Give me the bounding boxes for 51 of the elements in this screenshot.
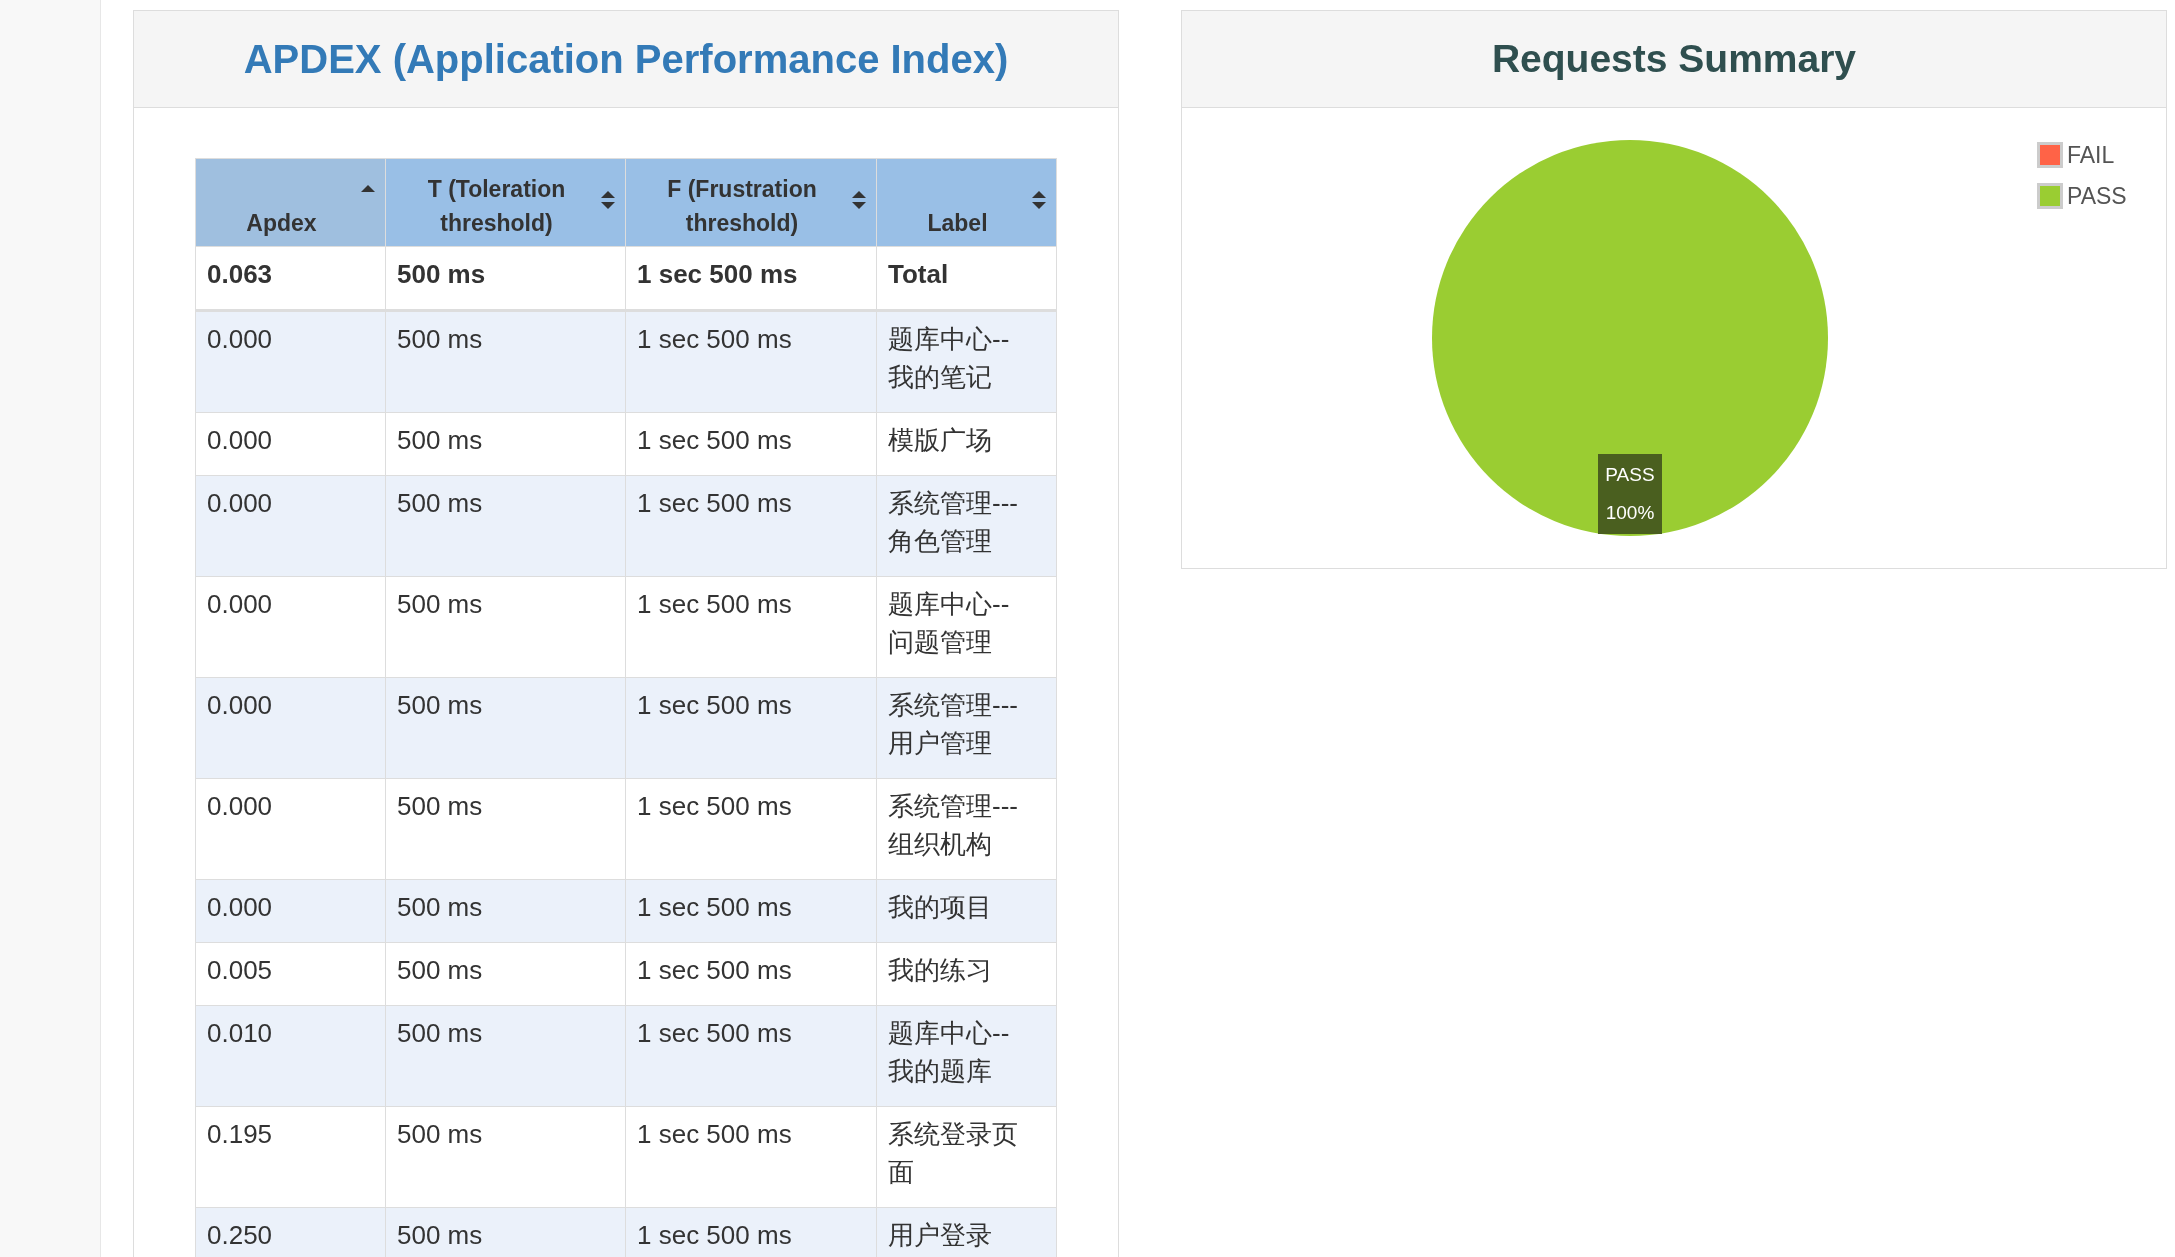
table-cell: 1 sec 500 ms	[625, 475, 877, 577]
table-cell: 500 ms	[385, 576, 626, 678]
table-cell: 1 sec 500 ms	[625, 310, 877, 413]
column-header[interactable]: Label	[876, 158, 1057, 247]
table-cell: 500 ms	[385, 412, 626, 476]
table-cell: 系统管理---组织机构	[876, 778, 1057, 880]
table-cell: 0.000	[195, 677, 386, 779]
table-cell: 0.005	[195, 942, 386, 1006]
legend-label: FAIL	[2067, 141, 2115, 170]
table-cell: 500 ms	[385, 475, 626, 577]
table-cell: 0.000	[195, 475, 386, 577]
table-cell: 1 sec 500 ms	[625, 576, 877, 678]
table-cell: 我的练习	[876, 942, 1057, 1006]
table-cell: 系统登录页面	[876, 1106, 1057, 1208]
table-cell: 0.195	[195, 1106, 386, 1208]
column-header[interactable]: T (Toleration threshold)	[385, 158, 626, 247]
table-cell: 1 sec 500 ms	[625, 677, 877, 779]
table-cell: 0.000	[195, 310, 386, 413]
table-cell: 1 sec 500 ms	[625, 879, 877, 943]
table-cell: 0.010	[195, 1005, 386, 1107]
table-cell: 我的项目	[876, 879, 1057, 943]
table-cell: 1 sec 500 ms	[625, 778, 877, 880]
table-cell: 系统管理---角色管理	[876, 475, 1057, 577]
table-cell: 500 ms	[385, 879, 626, 943]
table-cell: 题库中心--问题管理	[876, 576, 1057, 678]
column-header[interactable]: F (Frustration threshold)	[625, 158, 877, 247]
table-cell: 0.000	[195, 412, 386, 476]
table-cell: 500 ms	[385, 942, 626, 1006]
table-cell: 500 ms	[385, 778, 626, 880]
table-cell: 系统管理---用户管理	[876, 677, 1057, 779]
table-cell: 500 ms	[385, 1005, 626, 1107]
table-cell: 0.000	[195, 879, 386, 943]
table-cell: 1 sec 500 ms	[625, 942, 877, 1006]
table-cell: 模版广场	[876, 412, 1057, 476]
table-cell: 500 ms	[385, 1106, 626, 1208]
column-header[interactable]: Apdex	[195, 158, 386, 247]
table-cell: 500 ms	[385, 310, 626, 413]
table-cell: 0.063	[195, 246, 386, 311]
legend-label: PASS	[2067, 181, 2127, 211]
table-cell: 题库中心--我的笔记	[876, 310, 1057, 413]
data-label: PASS 100%	[1598, 454, 1662, 534]
table-cell: 500 ms	[385, 677, 626, 779]
table-cell: 题库中心--我的题库	[876, 1005, 1057, 1107]
table-cell: 1 sec 500 ms	[625, 1005, 877, 1107]
table-cell: 0.000	[195, 576, 386, 678]
table-cell: 1 sec 500 ms	[625, 1106, 877, 1208]
table-cell: 1 sec 500 ms	[625, 412, 877, 476]
table-cell: 0.000	[195, 778, 386, 880]
table-cell: 0.250	[195, 1207, 386, 1257]
panel-title: Requests Summary	[1491, 35, 1857, 82]
panel-title: APDEX (Application Performance Index)	[243, 36, 1009, 83]
